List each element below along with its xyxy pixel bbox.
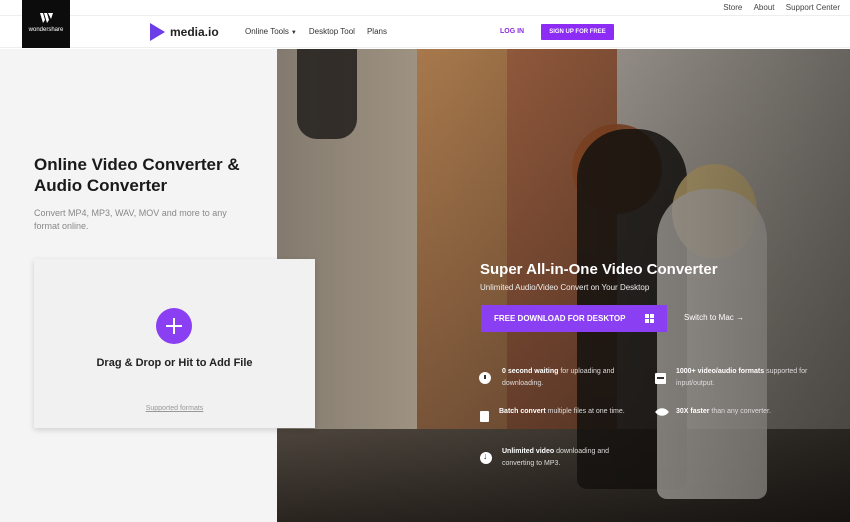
nav-online-tools[interactable]: Online Tools ▼ <box>245 27 297 36</box>
hero-content: Super All-in-One Video Converter Unlimit… <box>277 49 850 522</box>
store-link[interactable]: Store <box>723 3 742 12</box>
page-title: Online Video Converter & Audio Converter <box>34 155 240 195</box>
nav-plans[interactable]: Plans <box>367 27 387 36</box>
main-nav: Online Tools ▼ Desktop Tool Plans <box>245 27 399 36</box>
utility-links: Store About Support Center <box>714 3 840 12</box>
feature-bold: Batch convert <box>499 408 546 415</box>
clock-icon <box>479 372 491 384</box>
film-icon <box>655 373 666 384</box>
add-file-icon[interactable] <box>156 308 192 344</box>
feature-bold: 30X faster <box>676 408 710 415</box>
document-icon <box>480 411 489 422</box>
drop-zone-label: Drag & Drop or Hit to Add File <box>96 357 253 369</box>
download-icon <box>480 451 492 464</box>
hero-banner: Super All-in-One Video Converter Unlimit… <box>277 49 850 522</box>
free-download-button[interactable]: FREE DOWNLOAD FOR DESKTOP <box>481 305 667 332</box>
product-name: media.io <box>170 25 219 39</box>
about-link[interactable]: About <box>754 3 775 12</box>
feature-item: Batch convert multiple files at one time… <box>499 406 644 418</box>
feature-item: 0 second waiting for uploading and downl… <box>502 366 637 390</box>
feature-text: multiple files at one time. <box>545 408 625 415</box>
media-io-logo[interactable]: media.io <box>150 23 219 41</box>
caret-down-icon: ▼ <box>290 30 297 36</box>
feature-item: 1000+ video/audio formats supported for … <box>676 366 816 390</box>
feature-item: 30X faster than any converter. <box>676 406 826 418</box>
hero-title: Super All-in-One Video Converter <box>480 261 718 278</box>
free-download-label: FREE DOWNLOAD FOR DESKTOP <box>494 314 626 323</box>
supported-formats-link[interactable]: Supported formats <box>34 405 315 412</box>
hero-subtitle: Unlimited Audio/Video Convert on Your De… <box>480 283 650 292</box>
nav-online-tools-label: Online Tools <box>245 27 289 36</box>
nav-desktop-tool[interactable]: Desktop Tool <box>309 27 355 36</box>
rocket-icon <box>654 404 670 420</box>
login-link[interactable]: LOG IN <box>500 28 524 35</box>
feature-item: Unlimited video downloading and converti… <box>502 446 642 470</box>
support-center-link[interactable]: Support Center <box>786 3 840 12</box>
feature-bold: Unlimited video <box>502 448 555 455</box>
wondershare-logo-text: wondershare <box>28 27 64 33</box>
wondershare-logo[interactable]: wondershare <box>22 0 70 48</box>
windows-icon <box>645 314 655 324</box>
utility-bar: Store About Support Center <box>0 0 850 16</box>
switch-to-mac-link[interactable]: Switch to Mac → <box>684 313 744 322</box>
feature-text: than any converter. <box>709 408 771 415</box>
page-subtitle: Convert MP4, MP3, WAV, MOV and more to a… <box>34 208 227 231</box>
signup-button[interactable]: SIGN UP FOR FREE <box>541 24 614 40</box>
wondershare-mark-icon <box>40 13 53 23</box>
feature-bold: 1000+ video/audio formats <box>676 368 765 375</box>
play-logo-icon <box>150 23 165 41</box>
file-drop-zone[interactable]: Drag & Drop or Hit to Add File Supported… <box>34 259 315 428</box>
site-header: wondershare media.io Online Tools ▼ Deskt… <box>0 0 850 48</box>
feature-bold: 0 second waiting <box>502 368 559 375</box>
